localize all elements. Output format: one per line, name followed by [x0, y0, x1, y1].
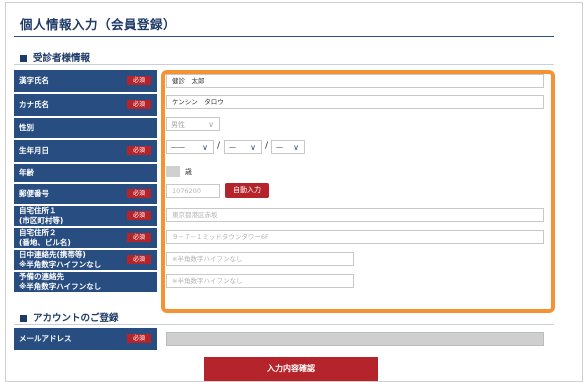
- confirm-button[interactable]: 入力内容確認: [204, 357, 378, 381]
- required-badge: 必須: [127, 189, 151, 198]
- page-title: 個人情報入力（会員登録）: [20, 17, 177, 32]
- highlight-frame: [161, 70, 555, 313]
- label-alt-phone: 予備の連絡先 ※半角数字ハイフンなし: [14, 272, 157, 292]
- required-badge: 必須: [127, 334, 151, 343]
- section-patient-divider: [14, 64, 554, 65]
- title-divider: [14, 36, 554, 37]
- section-account-heading: アカウントのご登録: [20, 310, 119, 324]
- required-badge: 必須: [127, 100, 151, 109]
- required-badge: 必須: [127, 146, 151, 155]
- label-age-text: 年齢: [19, 168, 34, 177]
- required-badge: 必須: [127, 255, 151, 264]
- section-account-title: アカウントのご登録: [33, 313, 119, 324]
- square-bullet-icon: [20, 315, 27, 322]
- label-alt-phone-sub: ※半角数字ハイフンなし: [19, 282, 102, 291]
- section-account-divider: [14, 324, 554, 325]
- required-badge: 必須: [127, 211, 151, 220]
- label-gender: 性別: [14, 118, 157, 138]
- label-age: 年齢: [14, 164, 157, 182]
- section-patient-heading: 受診者様情報: [20, 50, 90, 64]
- square-bullet-icon: [20, 55, 27, 62]
- label-gender-text: 性別: [19, 123, 34, 132]
- email-field[interactable]: [166, 332, 544, 346]
- label-alt-phone-text: 予備の連絡先: [19, 272, 64, 281]
- required-badge: 必須: [127, 233, 151, 242]
- section-patient-title: 受診者様情報: [33, 53, 91, 64]
- required-badge: 必須: [127, 76, 151, 85]
